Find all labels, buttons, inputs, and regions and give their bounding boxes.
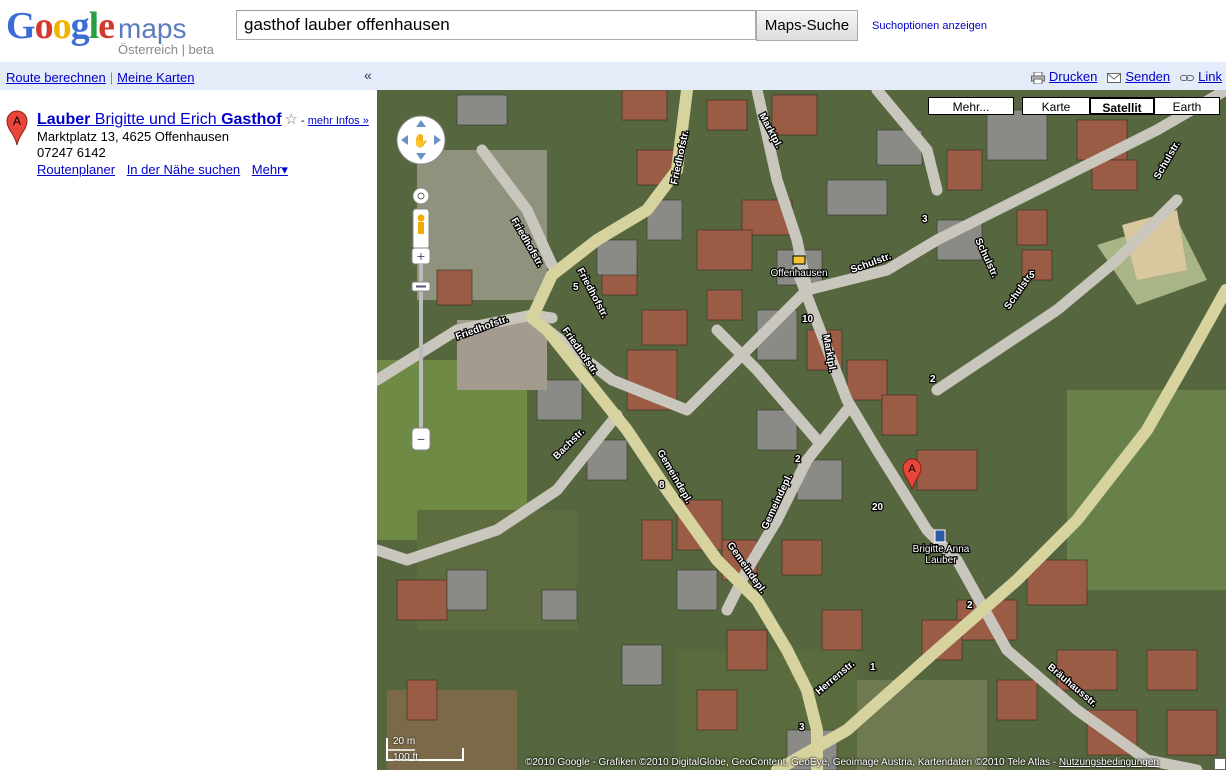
- scale-bar: 20 m 100 ft: [385, 736, 467, 766]
- toolbar: Route berechnen | Meine Karten « Drucken S…: [0, 62, 1226, 90]
- toolbar-left: Route berechnen | Meine Karten: [6, 70, 194, 85]
- sidebar: A Lauber Brigitte und Erich Gasthof ☆ - me…: [0, 90, 377, 776]
- map-view[interactable]: Friedhofstr. Friedhofstr. Friedhofstr. F…: [377, 90, 1226, 770]
- my-maps-link[interactable]: Meine Karten: [117, 70, 194, 85]
- logo-google-text: Google: [6, 5, 115, 47]
- map-controls: ✋ + −: [396, 115, 446, 451]
- satellite-imagery[interactable]: Friedhofstr. Friedhofstr. Friedhofstr. F…: [377, 90, 1226, 770]
- search-input[interactable]: [236, 10, 756, 40]
- svg-text:2: 2: [795, 454, 801, 465]
- svg-text:Offenhausen: Offenhausen: [770, 268, 827, 279]
- terms-link[interactable]: Nutzungsbedingungen: [1059, 757, 1159, 768]
- envelope-icon: [1107, 72, 1122, 83]
- svg-text:2: 2: [967, 600, 973, 611]
- svg-text:A: A: [908, 463, 916, 475]
- logo-subtitle: Österreich | beta: [118, 42, 214, 57]
- dash: -: [300, 115, 308, 127]
- result-title-bold-1: Lauber: [37, 111, 91, 128]
- svg-text:8: 8: [659, 480, 665, 491]
- more-info-link[interactable]: mehr Infos »: [308, 115, 369, 127]
- result-phone: 07247 6142: [37, 145, 106, 160]
- star-icon[interactable]: ☆: [285, 111, 298, 128]
- search-nearby-link[interactable]: In der Nähe suchen: [127, 162, 240, 177]
- more-layers-button[interactable]: Mehr...: [928, 97, 1014, 115]
- result-marker-a-icon[interactable]: A: [6, 110, 28, 146]
- route-link[interactable]: Route berechnen: [6, 70, 106, 85]
- result-title-mid: Brigitte und Erich: [90, 111, 222, 128]
- link-link[interactable]: Link: [1198, 69, 1222, 84]
- map-type-satellite-button[interactable]: Satellit: [1089, 97, 1155, 115]
- zoom-slider[interactable]: + −: [411, 187, 431, 451]
- map-copyright: ©2010 Google - Grafiken ©2010 DigitalGlo…: [525, 757, 1159, 768]
- scale-imperial: 100 ft: [393, 752, 419, 763]
- print-action[interactable]: Drucken: [1030, 69, 1097, 84]
- maps-search-button[interactable]: Maps-Suche: [756, 10, 858, 41]
- more-link[interactable]: Mehr▾: [252, 162, 288, 177]
- svg-text:−: −: [417, 431, 425, 447]
- send-link[interactable]: Senden: [1125, 69, 1170, 84]
- bottom-strip: [377, 770, 1226, 776]
- search-options-link[interactable]: Suchoptionen anzeigen: [872, 20, 987, 32]
- link-action[interactable]: Link: [1180, 69, 1222, 84]
- svg-text:10: 10: [802, 314, 814, 325]
- svg-text:A: A: [13, 114, 21, 128]
- toolbar-right: Drucken Senden Link: [1030, 69, 1222, 84]
- search-result: Lauber Brigitte und Erich Gasthof ☆ - mehr…: [37, 110, 369, 178]
- result-title-line: Lauber Brigitte und Erich Gasthof ☆ - mehr…: [37, 110, 369, 129]
- send-action[interactable]: Senden: [1107, 69, 1170, 84]
- map-type-earth-button[interactable]: Earth: [1154, 97, 1220, 115]
- result-title-link[interactable]: Lauber Brigitte und Erich Gasthof: [37, 111, 282, 128]
- svg-text:20: 20: [872, 502, 884, 513]
- overview-toggle-icon[interactable]: [1214, 758, 1226, 770]
- svg-text:✋: ✋: [413, 133, 429, 148]
- map-type-map-button[interactable]: Karte: [1022, 97, 1090, 115]
- svg-text:3: 3: [922, 214, 928, 225]
- collapse-sidebar-icon[interactable]: «: [364, 67, 372, 83]
- print-link[interactable]: Drucken: [1049, 69, 1097, 84]
- svg-text:5: 5: [573, 282, 579, 293]
- result-title-bold-2: Gasthof: [221, 111, 282, 128]
- toolbar-separator: |: [109, 70, 114, 85]
- svg-text:Brigitte Anna: Brigitte Anna: [913, 544, 970, 555]
- header: Google maps Österreich | beta Maps-Suche…: [0, 0, 1226, 62]
- svg-text:5: 5: [1029, 270, 1035, 281]
- printer-icon: [1030, 71, 1045, 84]
- scale-metric: 20 m: [393, 736, 416, 747]
- chain-link-icon: [1180, 74, 1195, 81]
- pan-control[interactable]: ✋: [396, 115, 446, 165]
- svg-text:+: +: [417, 248, 425, 264]
- result-actions: Routenplaner In der Nähe suchen Mehr▾: [37, 162, 369, 178]
- directions-link[interactable]: Routenplaner: [37, 162, 115, 177]
- svg-text:2: 2: [930, 374, 936, 385]
- result-address: Marktplatz 13, 4625 Offenhausen: [37, 129, 229, 144]
- google-maps-logo[interactable]: Google maps Österreich | beta: [6, 4, 221, 57]
- logo-maps-text: maps: [118, 13, 187, 44]
- svg-text:3: 3: [799, 722, 805, 733]
- svg-text:Lauber: Lauber: [925, 555, 957, 566]
- svg-text:1: 1: [870, 662, 876, 673]
